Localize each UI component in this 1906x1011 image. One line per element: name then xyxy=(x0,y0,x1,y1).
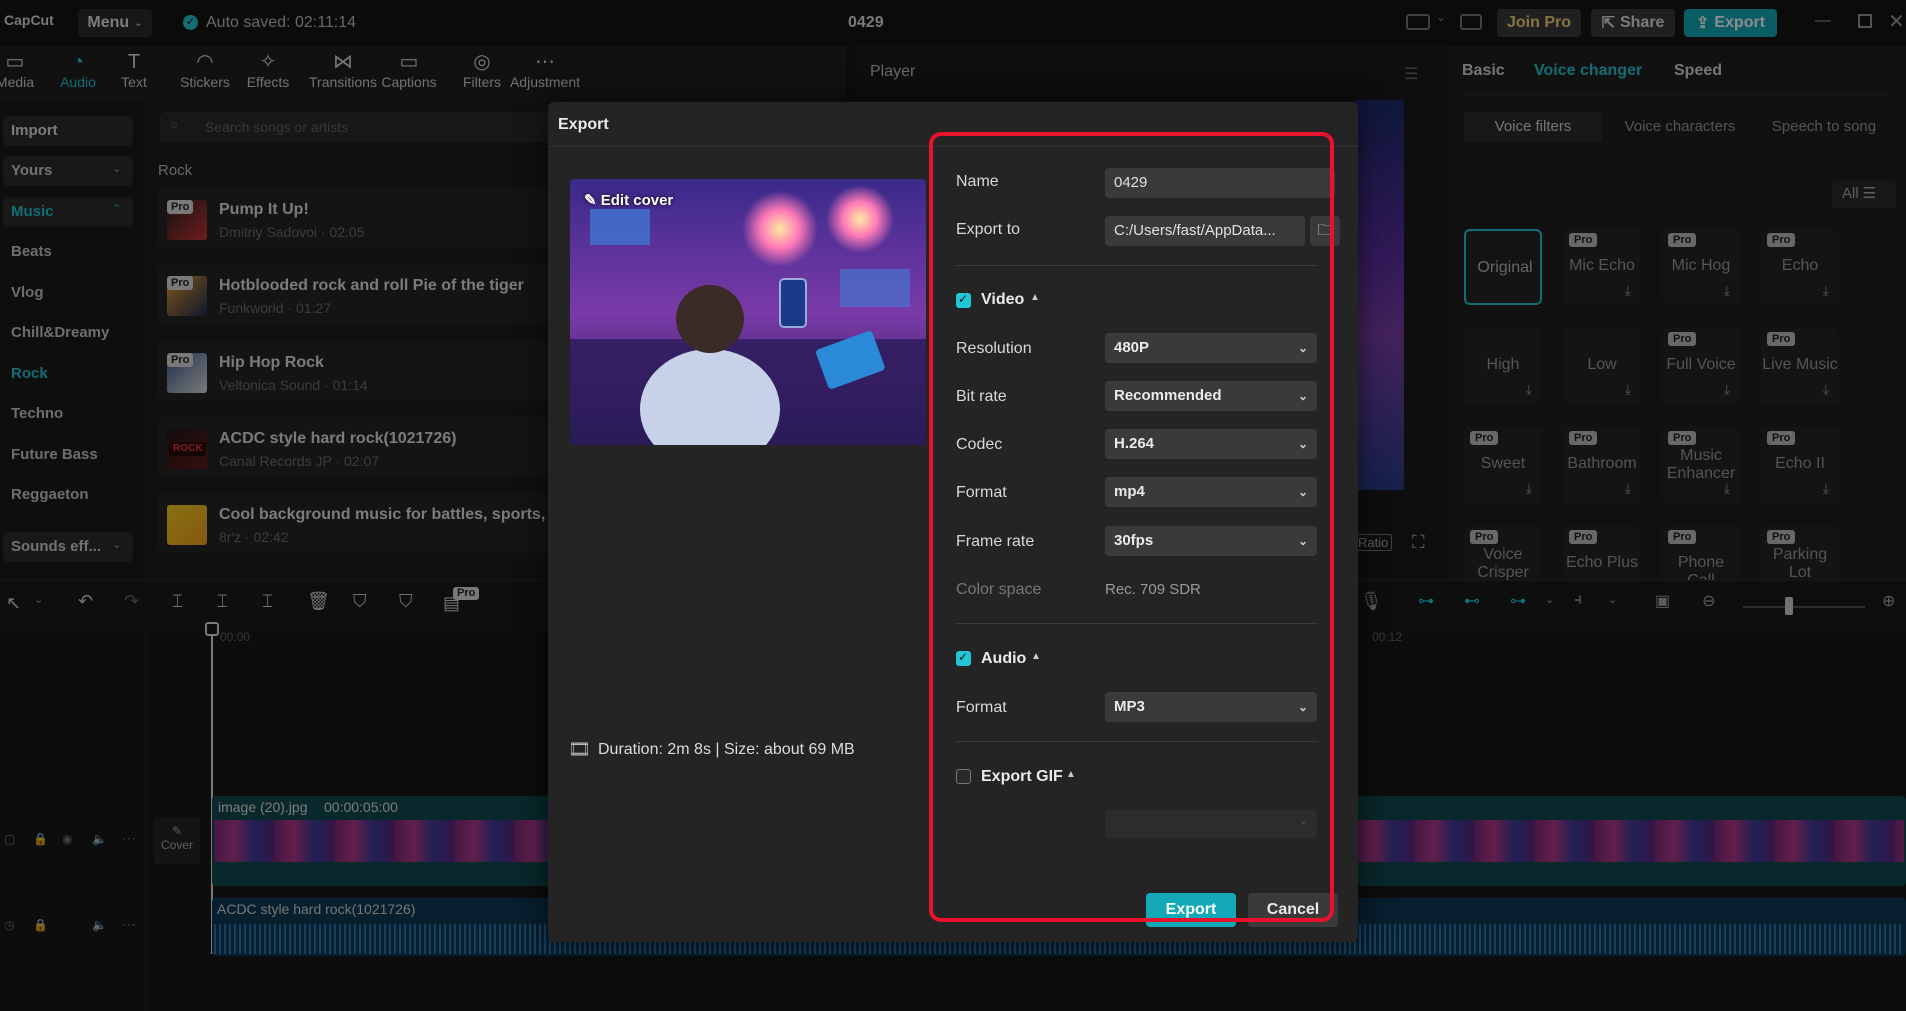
cover-image[interactable]: ✎ Edit cover xyxy=(570,179,926,445)
edit-icon: ✎ xyxy=(584,192,597,209)
duration-size-info: Duration: 2m 8s | Size: about 69 MB xyxy=(598,741,855,758)
dialog-title: Export xyxy=(558,116,609,133)
cover-illustration xyxy=(570,179,926,445)
edit-cover-label: Edit cover xyxy=(600,192,674,209)
highlight-annotation xyxy=(929,132,1334,922)
film-icon: 🎞 xyxy=(568,739,591,759)
edit-cover-button[interactable]: ✎ Edit cover xyxy=(584,191,673,209)
